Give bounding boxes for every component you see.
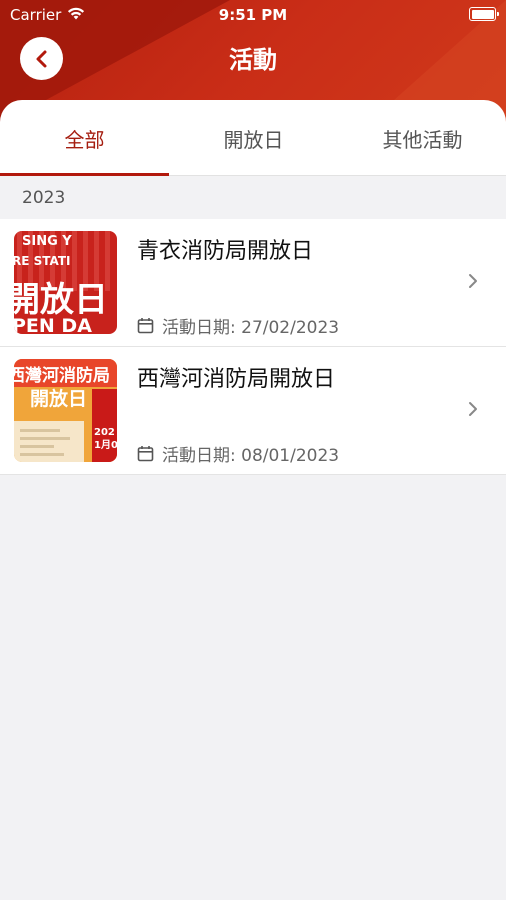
event-thumbnail: 西灣河消防局 開放日 202 1月0	[14, 359, 117, 462]
thumb-text: 西灣河消防局	[14, 365, 110, 386]
status-bar: Carrier 9:51 PM	[0, 0, 506, 30]
calendar-icon	[137, 318, 154, 334]
thumb-text: 開放日	[30, 387, 87, 410]
status-time: 9:51 PM	[218, 6, 288, 24]
thumb-text: SING Y	[22, 234, 72, 249]
event-date-row: 活動日期: 08/01/2023	[137, 441, 339, 466]
tab-open-day[interactable]: 開放日	[169, 100, 338, 176]
chevron-right-icon	[469, 402, 477, 416]
thumb-text: PEN DA	[14, 315, 92, 334]
battery-icon	[469, 7, 499, 21]
tab-other-events[interactable]: 其他活動	[338, 100, 506, 176]
event-list-item[interactable]: 西灣河消防局 開放日 202 1月0 西灣河消防局開放日 活動日期: 08/01…	[0, 347, 506, 475]
event-thumbnail: SING Y RE STATI 開放日 PEN DA	[14, 231, 117, 334]
tab-all[interactable]: 全部	[0, 100, 169, 176]
event-date: 活動日期: 08/01/2023	[162, 446, 340, 466]
event-date: 活動日期: 27/02/2023	[162, 318, 340, 338]
page-title: 活動	[229, 46, 277, 74]
thumb-text: 開放日	[14, 280, 108, 320]
section-header-year: 2023	[0, 177, 506, 219]
event-title: 西灣河消防局開放日	[137, 367, 336, 392]
thumb-text: 1月0	[94, 439, 117, 451]
event-list: SING Y RE STATI 開放日 PEN DA 青衣消防局開放日 活動日期…	[0, 219, 506, 475]
calendar-icon	[137, 446, 154, 462]
event-title: 青衣消防局開放日	[137, 239, 314, 264]
event-date-row: 活動日期: 27/02/2023	[137, 313, 339, 338]
thumb-text: 202	[94, 427, 115, 438]
chevron-right-icon	[469, 274, 477, 288]
thumb-text: RE STATI	[14, 254, 71, 268]
event-list-item[interactable]: SING Y RE STATI 開放日 PEN DA 青衣消防局開放日 活動日期…	[0, 219, 506, 347]
tab-bar: 全部 開放日 其他活動	[0, 100, 506, 176]
